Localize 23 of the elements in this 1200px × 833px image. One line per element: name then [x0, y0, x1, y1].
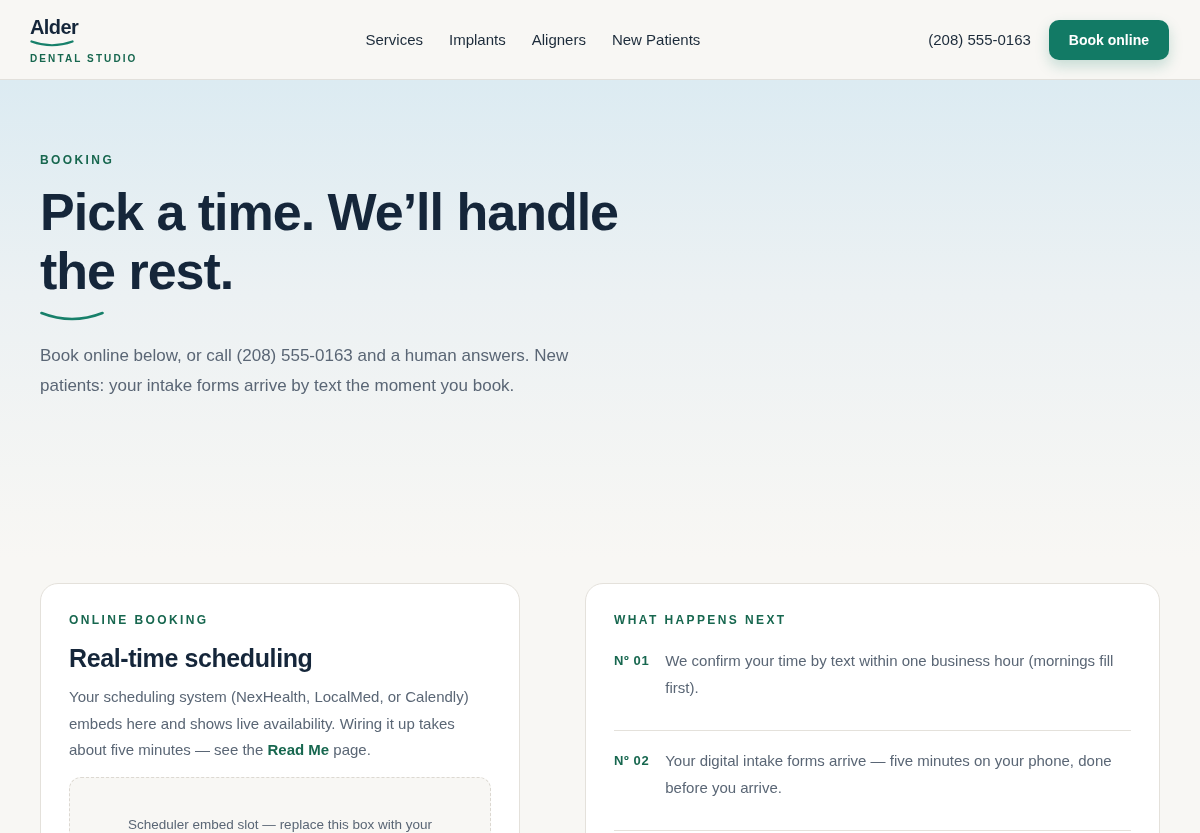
smile-curve-icon — [40, 311, 104, 321]
step-description: We confirm your time by text within one business hour (mornings fill first). — [665, 651, 1115, 698]
smile-curve-icon — [30, 39, 74, 47]
card-heading: Real-time scheduling — [69, 643, 314, 674]
embed-slot-note: Scheduler embed slot — replace this box with your — [128, 816, 432, 832]
intro-paragraph: Book online below, or call (208) 555-0163 and a human answers. New patients: your intake forms arrive by text the moment you book. — [40, 345, 570, 397]
nav-link[interactable]: Services — [365, 29, 423, 50]
step-number: Nº 01 — [614, 652, 650, 670]
card-eyebrow: ONLINE BOOKING — [69, 612, 210, 628]
card-paragraph: Your scheduling system (NexHealth, LocalMed, or Calendly) embeds here and shows live availability. Wiring it up takes about five minutes — see the Read Me page. — [69, 687, 470, 760]
card-eyebrow: WHAT HAPPENS NEXT — [614, 612, 788, 628]
logo-wordmark: Alder — [30, 16, 79, 37]
logo-tagline: DENTAL STUDIO — [30, 52, 138, 65]
step-description: Your digital intake forms arrive — five minutes on your phone, done before you arrive. — [665, 751, 1113, 798]
book-online-button[interactable]: Book online — [1048, 19, 1169, 60]
nav-link[interactable]: New Patients — [611, 29, 701, 50]
phone-link[interactable]: (208) 555-0163 — [928, 31, 1031, 48]
step-number: Nº 02 — [614, 752, 650, 770]
section-eyebrow: BOOKING — [40, 152, 116, 168]
inline-link[interactable]: Read Me — [267, 741, 330, 758]
nav-link[interactable]: Aligners — [531, 29, 586, 50]
nav-link[interactable]: Implants — [449, 29, 506, 50]
page-heading: Pick a time. We’ll handle the rest. — [40, 183, 620, 301]
